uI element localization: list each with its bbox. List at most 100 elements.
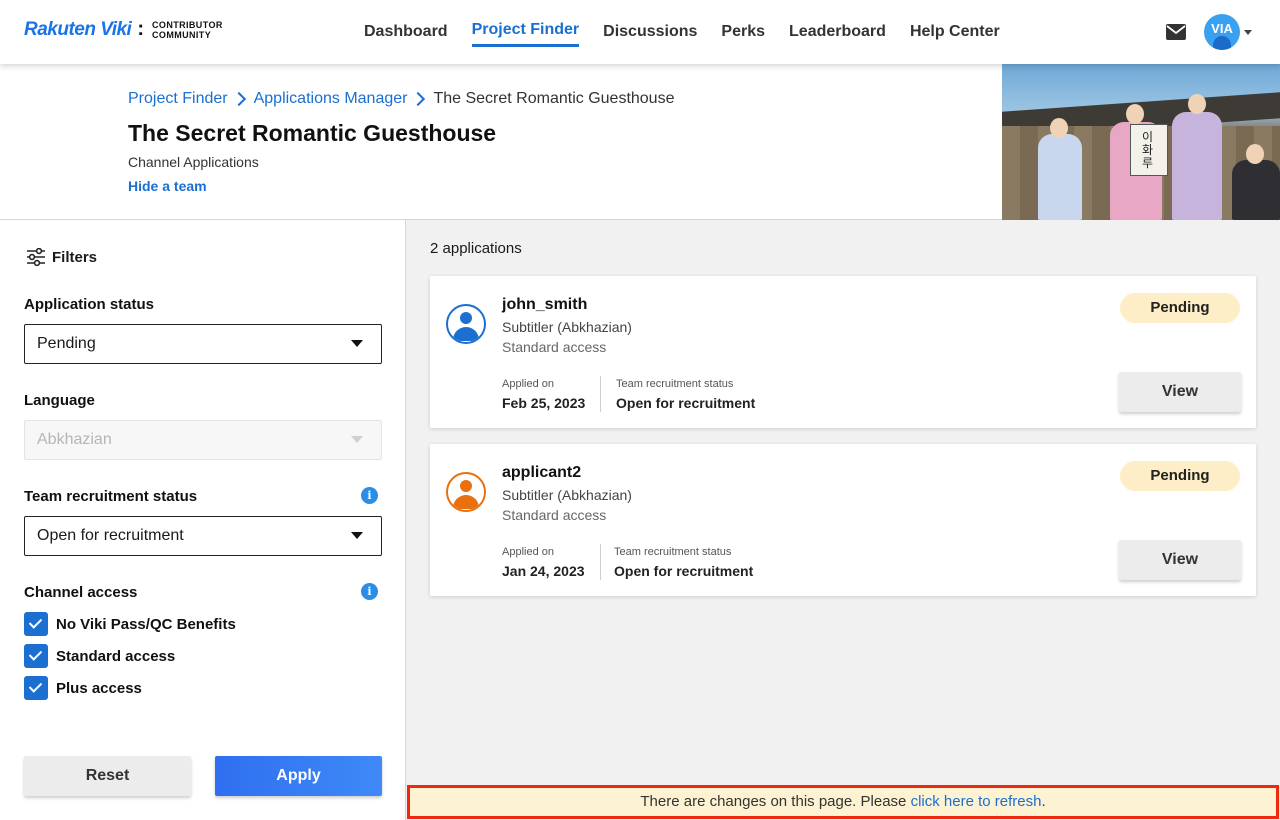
caret-down-icon — [351, 436, 363, 443]
user-avatar[interactable]: VIA — [1204, 14, 1240, 50]
filters-panel: Filters Application status Pending Langu… — [0, 220, 406, 820]
avatar-body — [453, 327, 479, 341]
applicant-role: Subtitler (Abkhazian) — [502, 487, 632, 503]
filters-heading: Filters — [26, 248, 97, 266]
team-recruitment-status-value: Open for recruitment — [37, 527, 184, 544]
team-recruitment-status-select[interactable]: Open for recruitment — [24, 516, 382, 556]
checkbox-no-viki-pass[interactable]: No Viki Pass/QC Benefits — [24, 612, 236, 636]
info-icon[interactable]: i — [361, 487, 378, 504]
meta-divider — [600, 544, 601, 580]
poster-figure — [1172, 112, 1222, 220]
nav-leaderboard[interactable]: Leaderboard — [777, 0, 898, 64]
mail-icon[interactable] — [1166, 24, 1186, 40]
info-icon[interactable]: i — [361, 583, 378, 600]
avatar-head — [460, 312, 472, 324]
reset-button[interactable]: Reset — [24, 756, 191, 796]
applications-list: 2 applications john_smith Subtitler (Abk… — [406, 220, 1280, 820]
hide-team-link[interactable]: Hide a team — [128, 178, 207, 194]
chevron-right-icon — [231, 91, 246, 107]
poster-figure-head — [1246, 144, 1264, 164]
poster-figure — [1232, 160, 1280, 220]
nav-perks[interactable]: Perks — [709, 0, 777, 64]
view-button[interactable]: View — [1119, 540, 1241, 580]
applicant-username[interactable]: applicant2 — [502, 464, 581, 482]
status-badge: Pending — [1120, 461, 1240, 491]
project-header: Project Finder Applications Manager The … — [0, 64, 1280, 220]
checkbox-plus-access[interactable]: Plus access — [24, 676, 142, 700]
applicant-access: Standard access — [502, 507, 607, 523]
applicant-username[interactable]: john_smith — [502, 296, 587, 314]
meta-divider — [600, 376, 601, 412]
avatar-text: VIA — [1211, 21, 1233, 36]
application-card: applicant2 Subtitler (Abkhazian) Standar… — [430, 444, 1256, 596]
applied-on-value: Feb 25, 2023 — [502, 395, 586, 411]
refresh-link[interactable]: click here to refresh — [911, 793, 1042, 810]
rakuten-viki-logo[interactable]: Rakuten Viki : CONTRIBUTOR COMMUNITY — [24, 18, 223, 41]
checkbox-checked-icon[interactable] — [24, 644, 48, 668]
main-nav: Dashboard Project Finder Discussions Per… — [352, 0, 1012, 64]
poster-sign-text: 이화루 — [1142, 130, 1154, 170]
team-status-value: Open for recruitment — [616, 395, 756, 411]
caret-down-icon — [351, 340, 363, 347]
account-menu-caret-icon[interactable] — [1244, 30, 1252, 35]
checkbox-checked-icon[interactable] — [24, 676, 48, 700]
applicant-access: Standard access — [502, 339, 607, 355]
team-recruitment-status-label: Team recruitment status — [24, 488, 198, 505]
applied-on-value: Jan 24, 2023 — [502, 563, 585, 579]
poster-figure-head — [1188, 94, 1206, 114]
logo-colon: : — [137, 18, 145, 40]
nav-help-center[interactable]: Help Center — [898, 0, 1012, 64]
application-status-value: Pending — [37, 335, 96, 352]
applications-count: 2 applications — [430, 240, 522, 257]
applied-on-label: Applied on — [502, 546, 554, 558]
refresh-notice: There are changes on this page. Please c… — [407, 785, 1279, 819]
poster-figure-head — [1050, 118, 1068, 138]
checkbox-checked-icon[interactable] — [24, 612, 48, 636]
checkbox-standard-access[interactable]: Standard access — [24, 644, 175, 668]
poster-sign: 이화루 — [1130, 124, 1168, 176]
user-avatar-icon — [446, 304, 486, 344]
checkbox-label: Plus access — [56, 679, 142, 697]
application-status-select[interactable]: Pending — [24, 324, 382, 364]
sliders-icon — [27, 248, 45, 266]
logo-subtitle-line2: COMMUNITY — [152, 29, 212, 40]
logo-wordmark: Rakuten Viki — [24, 18, 132, 40]
show-poster-image: 이화루 — [1002, 64, 1280, 220]
checkbox-label: No Viki Pass/QC Benefits — [56, 615, 236, 633]
checkbox-label: Standard access — [56, 647, 176, 665]
applied-on-label: Applied on — [502, 378, 554, 390]
team-status-label: Team recruitment status — [616, 378, 734, 390]
caret-down-icon — [351, 532, 363, 539]
apply-button[interactable]: Apply — [215, 756, 382, 796]
filters-label: Filters — [52, 248, 98, 266]
language-select: Abkhazian — [24, 420, 382, 460]
top-navigation-bar: Rakuten Viki : CONTRIBUTOR COMMUNITY Das… — [0, 0, 1280, 64]
logo-subtitle-line1: CONTRIBUTOR — [152, 19, 223, 30]
nav-dashboard[interactable]: Dashboard — [352, 0, 460, 64]
status-badge: Pending — [1120, 293, 1240, 323]
page-subtitle: Channel Applications — [128, 154, 259, 170]
poster-figure-head — [1126, 104, 1144, 124]
avatar-head — [460, 480, 472, 492]
application-card: john_smith Subtitler (Abkhazian) Standar… — [430, 276, 1256, 428]
logo-subtitle: CONTRIBUTOR COMMUNITY — [152, 20, 223, 40]
breadcrumb: Project Finder Applications Manager The … — [128, 90, 674, 108]
chevron-right-icon — [411, 91, 426, 107]
breadcrumb-current: The Secret Romantic Guesthouse — [433, 90, 675, 107]
nav-discussions[interactable]: Discussions — [591, 0, 709, 64]
refresh-end: . — [1041, 793, 1046, 810]
breadcrumb-project-finder[interactable]: Project Finder — [128, 90, 228, 108]
applicant-role: Subtitler (Abkhazian) — [502, 319, 632, 335]
application-status-label: Application status — [24, 296, 155, 313]
avatar-mascot — [1213, 36, 1231, 50]
poster-figure — [1038, 134, 1082, 220]
channel-access-label: Channel access — [24, 584, 138, 601]
nav-project-finder[interactable]: Project Finder — [460, 0, 592, 64]
breadcrumb-applications-manager[interactable]: Applications Manager — [254, 90, 408, 108]
user-avatar-icon — [446, 472, 486, 512]
view-button[interactable]: View — [1119, 372, 1241, 412]
team-status-label: Team recruitment status — [614, 546, 732, 558]
avatar-body — [453, 495, 479, 509]
language-label: Language — [24, 392, 95, 409]
language-value: Abkhazian — [37, 431, 112, 448]
